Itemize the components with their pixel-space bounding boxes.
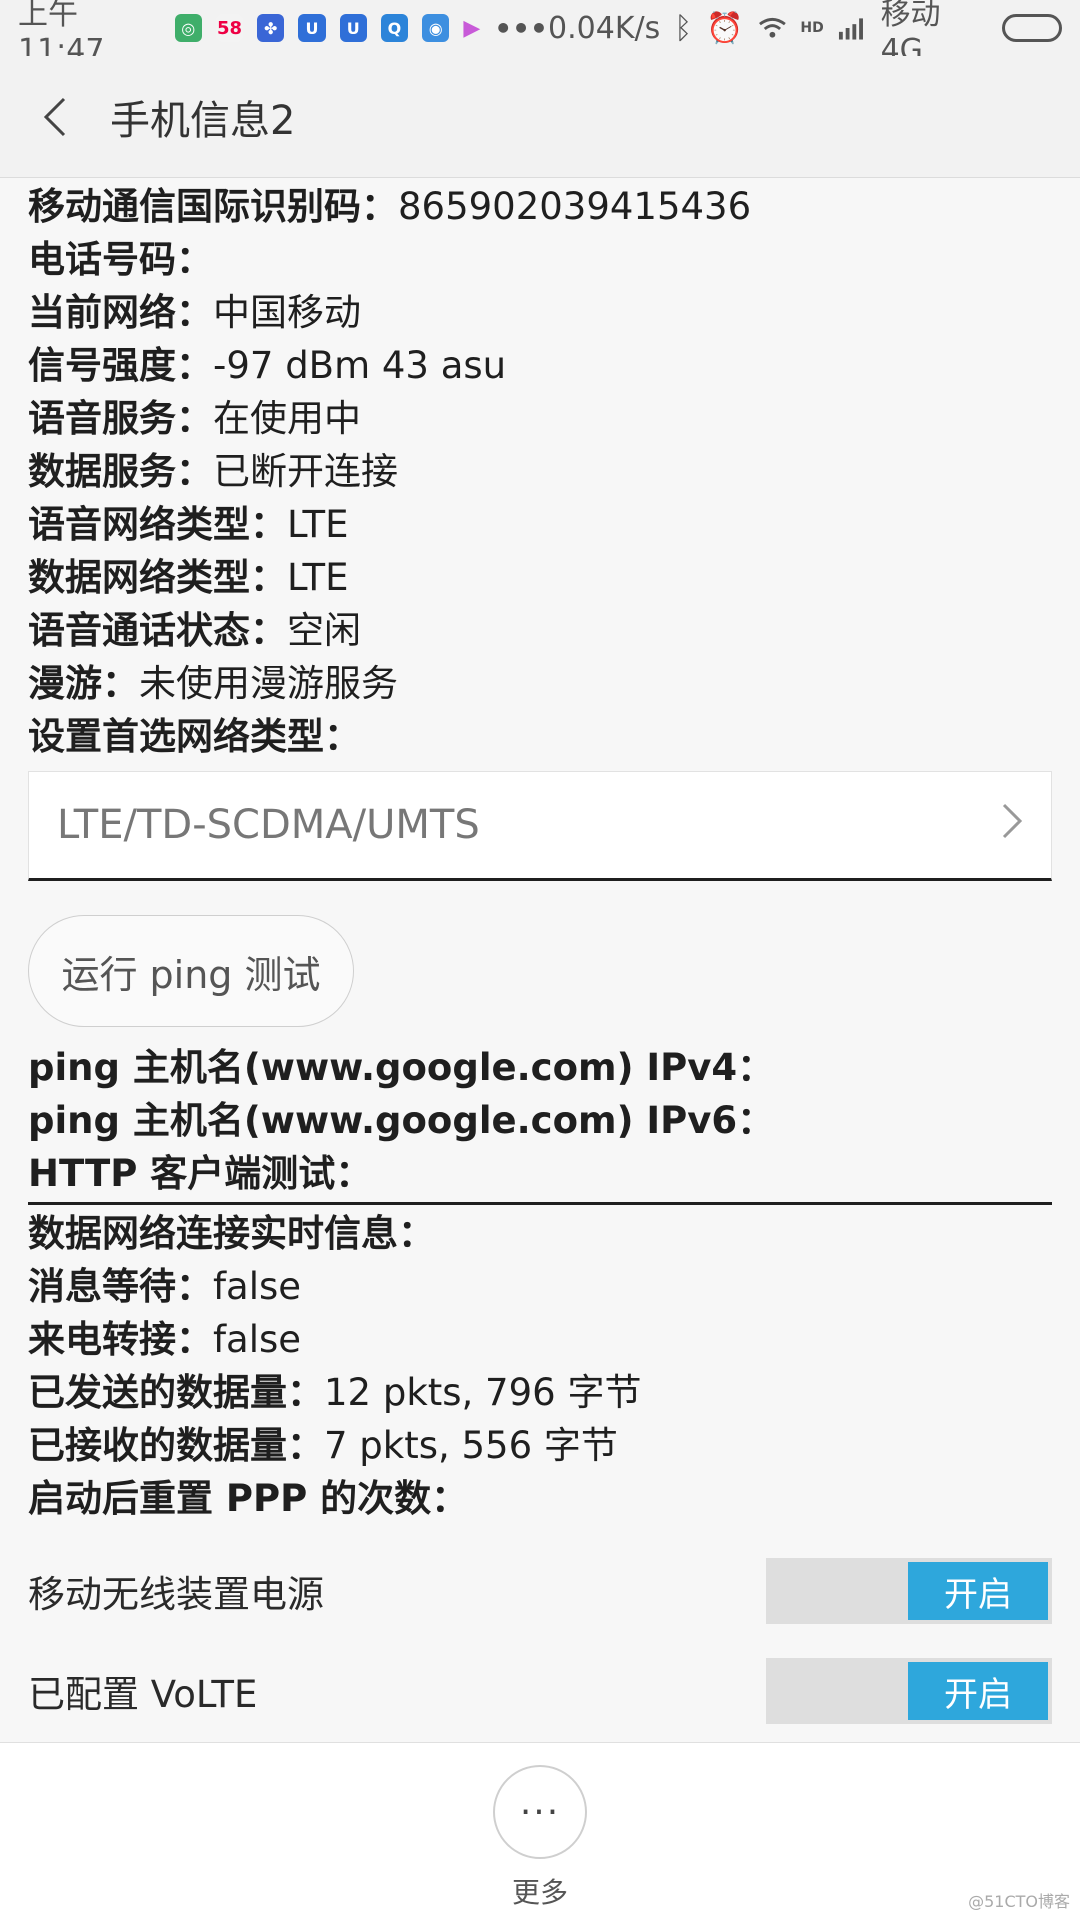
http-test-label: HTTP 客户端测试：	[28, 1152, 373, 1195]
more-label: 更多	[511, 1876, 568, 1909]
phone-info-content: 移动通信国际识别码：865902039415436 电话号码： 当前网络：中国移动信…	[28, 180, 1052, 1741]
toggle-switch[interactable]: 开启	[766, 1558, 1052, 1624]
info-label: 语音通话状态：	[28, 609, 287, 652]
info-value: 7 pkts, 556 字节	[324, 1424, 618, 1467]
divider	[28, 1202, 1052, 1205]
info-row: 移动通信国际识别码：865902039415436	[28, 180, 1052, 233]
toggle-switch[interactable]: 开启	[766, 1658, 1052, 1724]
status-bar: 上午11:47 ◎ 58 ✤ U U Q ◉ ▶ ••• 0.04K/s ᛒ ⏰…	[0, 0, 1080, 68]
info-label: 数据网络类型：	[28, 556, 287, 599]
back-arrow-icon	[43, 97, 66, 136]
title-bar: 手机信息2	[0, 56, 1080, 178]
watermark: @51CTO博客	[968, 1892, 1070, 1911]
wechat-icon: ◎	[174, 14, 202, 42]
search-app-icon: Q	[380, 14, 409, 42]
toggle-state: 开启	[908, 1662, 1048, 1720]
info-label: 信号强度：	[28, 344, 213, 387]
ping-ipv4-label: ping 主机名(www.google.com) IPv4：	[28, 1046, 775, 1089]
info-value: LTE	[287, 503, 349, 546]
58-icon: 58	[215, 14, 244, 42]
hd-badge: HD	[800, 20, 824, 36]
u-icon: U	[298, 14, 326, 42]
realtime-info-list: 数据网络连接实时信息： 消息等待：false 来电转接：false 已发送的数据量：1…	[28, 1207, 1052, 1525]
baidu-icon: ✤	[257, 14, 285, 42]
info-label: 当前网络：	[28, 291, 213, 334]
u-icon: U	[339, 14, 367, 42]
info-value: 中国移动	[213, 291, 361, 334]
toggle-state: 开启	[908, 1562, 1048, 1620]
info-row: 数据网络连接实时信息：	[28, 1207, 1052, 1260]
info-row: 语音通话状态：空闲	[28, 604, 1052, 657]
wifi-icon	[758, 17, 786, 38]
back-button[interactable]	[0, 56, 110, 178]
info-label: 数据服务：	[28, 450, 213, 493]
info-value: false	[213, 1318, 302, 1361]
signal-icon	[838, 18, 863, 40]
info-label: 来电转接：	[28, 1318, 213, 1361]
info-row: 电话号码：	[28, 233, 1052, 286]
info-row: 设置首选网络类型：	[28, 710, 1052, 763]
preferred-network-value: LTE/TD-SCDMA/UMTS	[57, 802, 480, 848]
info-row: 数据服务：已断开连接	[28, 445, 1052, 498]
info-row: 当前网络：中国移动	[28, 286, 1052, 339]
info-value: LTE	[287, 556, 349, 599]
info-value: 在使用中	[213, 397, 361, 440]
info-row: 已接收的数据量：7 pkts, 556 字节	[28, 1419, 1052, 1472]
toggle-label: 已配置 VoLTE	[28, 1673, 258, 1716]
info-list: 移动通信国际识别码：865902039415436 电话号码： 当前网络：中国移动信…	[28, 180, 1052, 763]
info-row: 来电转接：false	[28, 1313, 1052, 1366]
info-value: 已断开连接	[213, 450, 398, 493]
more-button[interactable]: ···	[493, 1765, 587, 1859]
info-label: 电话号码：	[28, 238, 213, 281]
net-speed: 0.04K/s	[548, 10, 661, 46]
info-value: 空闲	[287, 609, 361, 652]
chevron-right-icon	[1001, 800, 1023, 851]
info-value: false	[213, 1265, 302, 1308]
browser-icon: ◉	[422, 14, 450, 42]
info-label: 语音网络类型：	[28, 503, 287, 546]
info-value: 865902039415436	[398, 185, 752, 228]
toggle-row: 移动无线装置电源 开启	[28, 1541, 1052, 1641]
info-row: 已发送的数据量：12 pkts, 796 字节	[28, 1366, 1052, 1419]
info-value: 未使用漫游服务	[139, 662, 398, 705]
info-label: 设置首选网络类型：	[28, 715, 361, 758]
info-label: 启动后重置 PPP 的次数：	[28, 1477, 469, 1520]
toggle-list: 移动无线装置电源 开启 已配置 VoLTE 开启	[28, 1541, 1052, 1741]
toggle-label: 移动无线装置电源	[28, 1573, 324, 1616]
bluetooth-icon: ᛒ	[674, 10, 693, 46]
preferred-network-select[interactable]: LTE/TD-SCDMA/UMTS	[28, 771, 1052, 881]
info-label: 消息等待：	[28, 1265, 213, 1308]
info-label: 漫游：	[28, 662, 139, 705]
info-value: 12 pkts, 796 字节	[324, 1371, 642, 1414]
info-row: 语音服务：在使用中	[28, 392, 1052, 445]
more-dots-icon: •••	[494, 11, 548, 45]
info-label: 移动通信国际识别码：	[28, 185, 398, 228]
info-label: 已接收的数据量：	[28, 1424, 324, 1467]
info-label: 数据网络连接实时信息：	[28, 1212, 435, 1255]
info-label: 已发送的数据量：	[28, 1371, 324, 1414]
info-value: -97 dBm 43 asu	[213, 344, 507, 387]
info-row: 信号强度：-97 dBm 43 asu	[28, 339, 1052, 392]
toggle-row: 已配置 VoLTE 开启	[28, 1641, 1052, 1741]
info-row: 语音网络类型：LTE	[28, 498, 1052, 551]
ping-ipv6-label: ping 主机名(www.google.com) IPv6：	[28, 1099, 775, 1142]
alarm-icon: ⏰	[706, 10, 744, 46]
info-row: 数据网络类型：LTE	[28, 551, 1052, 604]
page-title: 手机信息2	[110, 97, 296, 144]
info-row: 启动后重置 PPP 的次数：	[28, 1472, 1052, 1525]
ping-results: ping 主机名(www.google.com) IPv4： ping 主机名(…	[28, 1041, 1052, 1200]
battery-icon	[1002, 14, 1063, 42]
bottom-bar: ··· 更多 @51CTO博客	[0, 1742, 1080, 1920]
info-row: 消息等待：false	[28, 1260, 1052, 1313]
info-row: 漫游：未使用漫游服务	[28, 657, 1052, 710]
run-ping-test-button[interactable]: 运行 ping 测试	[28, 915, 354, 1027]
info-label: 语音服务：	[28, 397, 213, 440]
play-icon: ▶	[463, 15, 481, 41]
